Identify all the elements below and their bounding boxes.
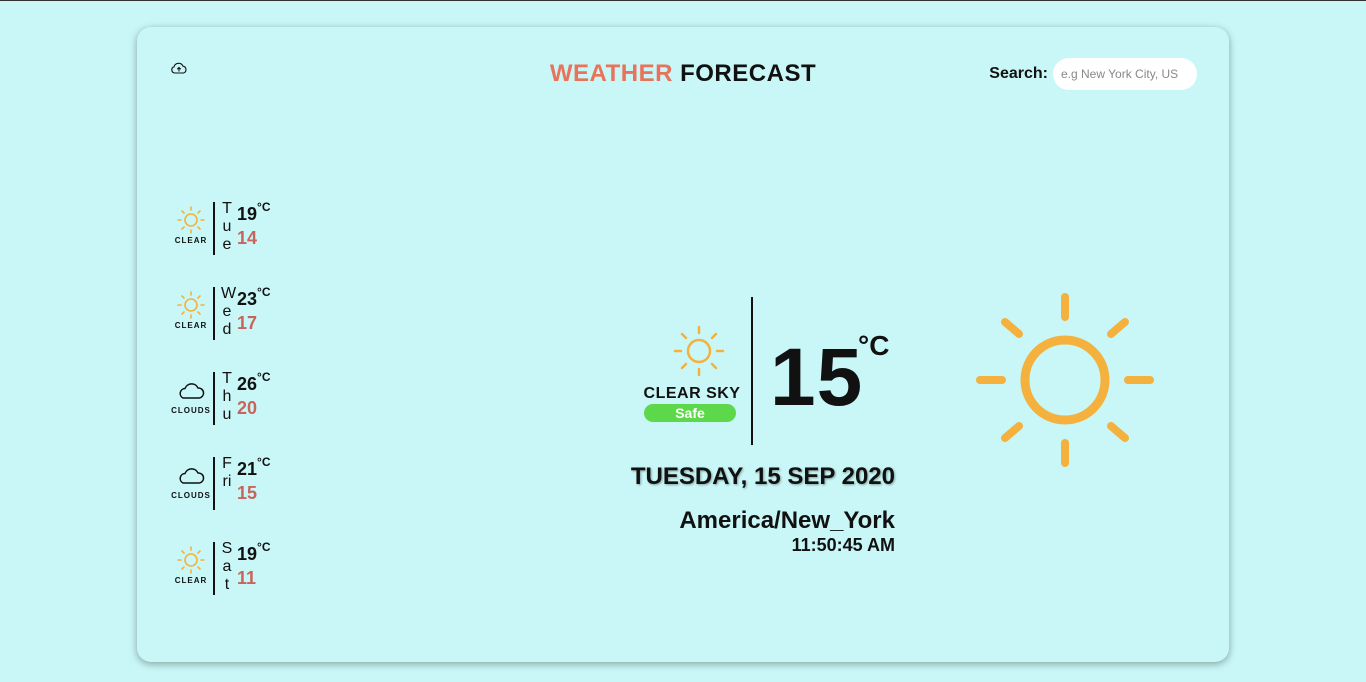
forecast-icon-wrap: CLOUDS [171, 460, 211, 500]
forecast-divider [213, 372, 215, 425]
forecast-low-temp: 20 [237, 398, 258, 418]
forecast-icon-wrap: CLOUDS [171, 375, 211, 415]
current-condition: CLEAR SKY [643, 385, 741, 402]
forecast-condition: CLEAR [174, 576, 208, 585]
large-sun-icon [976, 293, 1154, 467]
sun-icon [171, 205, 211, 235]
forecast-condition: CLEAR [174, 321, 208, 330]
forecast-high-unit: °C [257, 455, 271, 469]
forecast-high-temp: 23°C [237, 285, 271, 310]
forecast-high-unit: °C [257, 285, 271, 299]
forecast-day-row: CLEAR Tue 19°C 14 [171, 200, 291, 285]
forecast-icon-wrap: CLEAR [171, 545, 211, 585]
forecast-high-temp: 26°C [237, 370, 271, 395]
forecast-low-temp: 17 [237, 313, 258, 333]
forecast-day-name: Tue [222, 200, 232, 253]
forecast-high-temp: 19°C [237, 540, 271, 565]
app-title-rest: FORECAST [672, 60, 817, 87]
forecast-high-value: 23 [237, 289, 258, 309]
forecast-icon-wrap: CLEAR [171, 290, 211, 330]
forecast-high-value: 21 [237, 459, 258, 479]
forecast-condition: CLOUDS [171, 406, 211, 415]
forecast-high-unit: °C [257, 540, 271, 554]
forecast-divider [213, 287, 215, 340]
forecast-day-name: Sat [221, 540, 233, 593]
current-date: TUESDAY, 15 SEP 2020 [630, 463, 895, 490]
safety-badge: Safe [644, 404, 736, 422]
current-temperature-unit: °C [858, 330, 890, 361]
forecast-list: CLEAR Tue 19°C 14 CLEAR Wed 23°C 17 CLOUDS Thu 26°… [171, 200, 291, 625]
forecast-divider [213, 202, 215, 255]
current-time: 11:50:45 AM [791, 535, 895, 555]
forecast-day-name: Fri [222, 455, 232, 490]
forecast-high-temp: 21°C [237, 455, 271, 480]
cloud-icon [171, 375, 211, 405]
cloud-icon [171, 460, 211, 490]
search-label: Search: [989, 65, 1048, 82]
sun-icon [171, 545, 211, 575]
forecast-divider [213, 542, 215, 595]
forecast-high-unit: °C [257, 370, 271, 384]
forecast-high-value: 26 [237, 374, 258, 394]
timezone: America/New_York [679, 507, 895, 534]
search-input[interactable] [1053, 58, 1197, 90]
forecast-low-temp: 15 [237, 483, 258, 503]
app-title-accent: WEATHER [549, 60, 673, 87]
sun-icon [673, 325, 725, 377]
weather-card: WEATHER FORECAST Search: CLEARTue19°C14C… [137, 27, 1229, 662]
sun-icon [171, 290, 211, 320]
forecast-high-value: 19 [237, 204, 258, 224]
forecast-icon-wrap: CLEAR [171, 205, 211, 245]
forecast-divider [213, 457, 215, 510]
forecast-low-temp: 11 [237, 568, 257, 588]
forecast-day-row: CLEAR Wed 23°C 17 [171, 285, 291, 370]
forecast-high-value: 19 [237, 544, 258, 564]
forecast-day-row: CLOUDS Thu 26°C 20 [171, 370, 291, 455]
forecast-day-name: Wed [221, 285, 237, 338]
forecast-condition: CLEAR [174, 236, 208, 245]
forecast-day-name: Thu [222, 370, 232, 423]
forecast-day-row: CLEAR Sat 19°C 11 [171, 540, 291, 625]
forecast-condition: CLOUDS [171, 491, 211, 500]
forecast-day-row: CLOUDS Fri 21°C 15 [171, 455, 291, 540]
forecast-high-unit: °C [257, 200, 271, 214]
forecast-low-temp: 14 [237, 228, 258, 248]
current-temperature: 15 [770, 332, 864, 423]
search-bar: Search: [989, 58, 1197, 90]
current-divider [751, 297, 753, 445]
forecast-high-temp: 19°C [237, 200, 271, 225]
